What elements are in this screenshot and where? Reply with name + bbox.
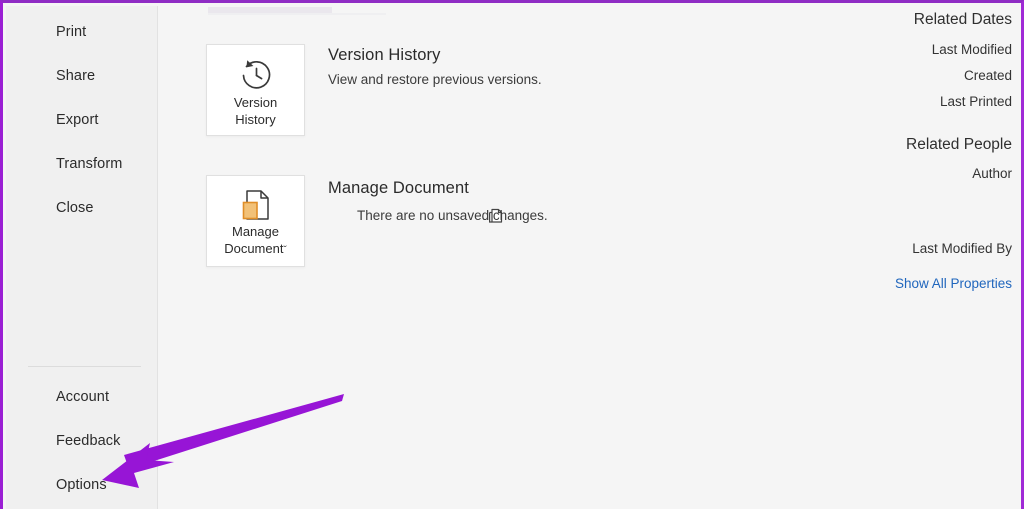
backstage-content: Version History Version History View and… <box>159 6 1018 509</box>
last-modified-by-row[interactable]: Last Modified By <box>912 241 1012 256</box>
sidebar-divider <box>28 366 141 367</box>
manage-document-tile-label-line1: Manage <box>232 224 279 239</box>
manage-document-tile-label: Manage Documentˇ <box>207 223 304 259</box>
sidebar-item-share[interactable]: Share <box>6 61 158 91</box>
related-dates-row-last-printed[interactable]: Last Printed <box>940 94 1012 109</box>
chevron-down-icon[interactable]: ˇ <box>283 245 286 256</box>
app-window: Print Share Export Transform Close Accou… <box>0 0 1024 509</box>
version-history-tile-label: Version History <box>207 94 304 128</box>
related-dates-row-last-modified[interactable]: Last Modified <box>932 42 1012 57</box>
sidebar-item-transform[interactable]: Transform <box>6 149 158 179</box>
sidebar-item-account[interactable]: Account <box>6 382 158 412</box>
sidebar-item-feedback[interactable]: Feedback <box>6 426 158 456</box>
manage-document-title: Manage Document <box>328 179 469 198</box>
version-history-tile[interactable]: Version History <box>206 44 305 136</box>
manage-document-status-text: There are no unsaved changes. <box>357 208 548 223</box>
related-dates-heading: Related Dates <box>914 11 1012 29</box>
sidebar-item-close[interactable]: Close <box>6 193 158 223</box>
version-history-description: View and restore previous versions. <box>328 72 542 87</box>
show-all-properties-link[interactable]: Show All Properties <box>895 276 1012 291</box>
manage-document-tile-label-line2: Document <box>224 241 283 256</box>
manage-document-tile[interactable]: Manage Documentˇ <box>206 175 305 267</box>
clipped-heading-rule <box>208 13 386 15</box>
version-history-tile-label-line2: History <box>235 112 275 127</box>
related-people-row-author[interactable]: Author <box>972 166 1012 181</box>
related-people-heading: Related People <box>906 136 1012 154</box>
version-history-title: Version History <box>328 46 440 65</box>
sidebar-item-print[interactable]: Print <box>6 17 158 47</box>
version-history-tile-label-line1: Version <box>234 95 277 110</box>
sidebar-item-export[interactable]: Export <box>6 105 158 135</box>
related-dates-row-created[interactable]: Created <box>964 68 1012 83</box>
sidebar-item-options[interactable]: Options <box>6 470 158 500</box>
backstage-sidebar: Print Share Export Transform Close Accou… <box>6 6 158 509</box>
